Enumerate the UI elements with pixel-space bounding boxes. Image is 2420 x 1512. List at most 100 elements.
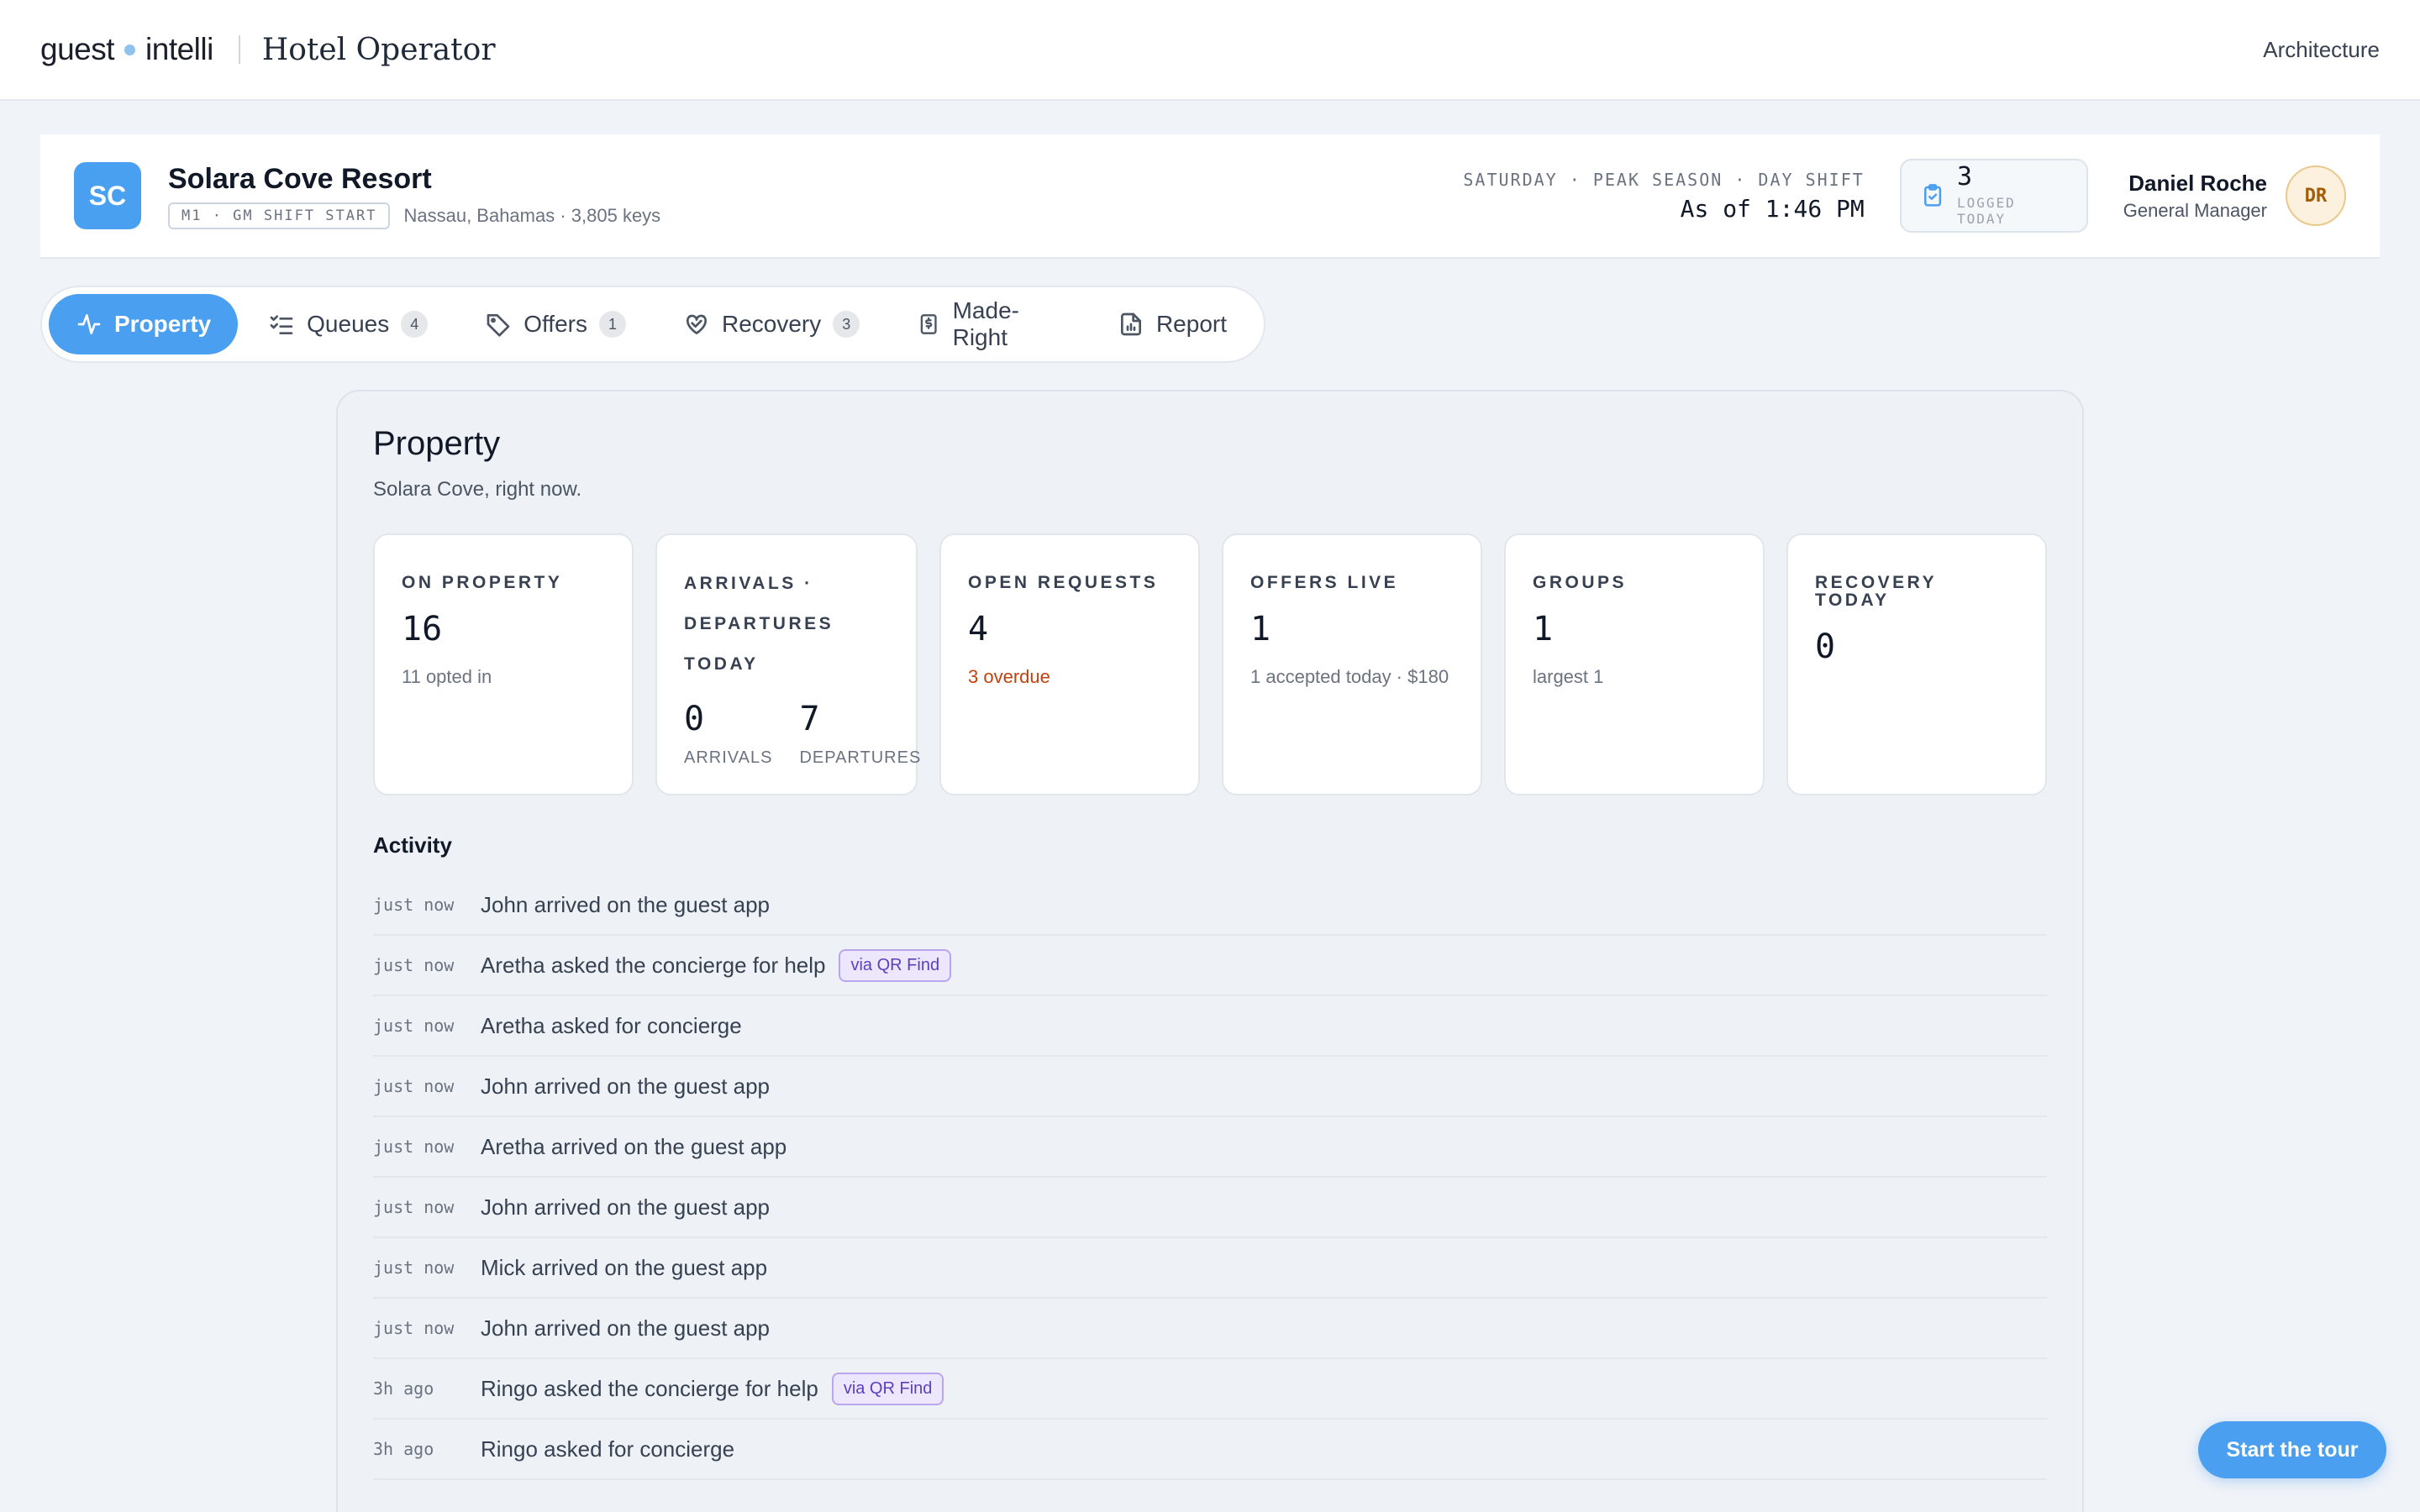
checklist-icon bbox=[270, 315, 293, 334]
stat-value: 0 bbox=[1815, 627, 1836, 666]
stat-label: GROUPS bbox=[1533, 573, 1628, 592]
activity-text: Mick arrived on the guest app bbox=[481, 1254, 768, 1280]
user-info: Daniel Roche General Manager bbox=[2123, 171, 2267, 222]
stat-value: 16 bbox=[402, 610, 443, 648]
tab-count-badge: 4 bbox=[401, 311, 429, 338]
departures-value: 7 bbox=[799, 700, 820, 738]
activity-text: Aretha asked the concierge for help bbox=[481, 952, 826, 978]
activity-row: just now Aretha asked for concierge bbox=[373, 996, 2047, 1057]
stat-label: DEPARTURES bbox=[684, 614, 834, 633]
stat-note: 1 accepted today · $180 bbox=[1250, 666, 1449, 687]
panel-title: Property bbox=[373, 425, 501, 462]
tab-count-badge: 1 bbox=[598, 311, 626, 338]
stat-label: ON PROPERTY bbox=[402, 573, 563, 592]
user-name: Daniel Roche bbox=[2128, 170, 2267, 196]
logged-today-card[interactable]: 3 LOGGED TODAY bbox=[1899, 159, 2088, 233]
stat-card-groups: GROUPS 1 largest 1 bbox=[1504, 533, 1765, 795]
brand-dot bbox=[124, 44, 136, 55]
arrivals-value: 0 bbox=[684, 700, 705, 738]
as-of-time: As of 1:46 PM bbox=[1680, 194, 1865, 223]
brand-word-intelli: intelli bbox=[145, 32, 213, 66]
activity-text: John arrived on the guest app bbox=[481, 1194, 771, 1220]
stat-note: 11 opted in bbox=[402, 666, 492, 687]
stat-label: ARRIVALS · bbox=[684, 574, 813, 593]
property-location: Nassau, Bahamas · 3,805 keys bbox=[403, 204, 661, 226]
stat-value: 1 bbox=[1250, 610, 1271, 648]
stats-row: ON PROPERTY 16 11 opted in ARRIVALS · DE… bbox=[373, 533, 2047, 795]
property-name: Solara Cove Resort bbox=[168, 162, 432, 195]
activity-time: just now bbox=[373, 1076, 455, 1096]
tab-label: Report bbox=[1155, 311, 1227, 337]
product-name: Hotel Operator bbox=[261, 32, 496, 67]
activity-text: Ringo asked for concierge bbox=[481, 1436, 735, 1462]
activity-row: just now John arrived on the guest app bbox=[373, 1178, 2047, 1238]
tab-queues[interactable]: Queues 4 bbox=[241, 294, 455, 354]
panel-subtitle: Solara Cove, right now. bbox=[373, 478, 582, 501]
activity-row: 3h ago Ringo asked for concierge bbox=[373, 1420, 2047, 1480]
activity-row: just now Aretha arrived on the guest app bbox=[373, 1117, 2047, 1178]
activity-text: Aretha arrived on the guest app bbox=[481, 1133, 787, 1159]
logged-label: LOGGED TODAY bbox=[1956, 195, 2016, 227]
activity-heading: Activity bbox=[373, 832, 452, 858]
stat-card-open-requests: OPEN REQUESTS 4 3 overdue bbox=[939, 533, 1200, 795]
property-panel: Property Solara Cove, right now. ON PROP… bbox=[336, 390, 2084, 1512]
shift-tag: M1 · GM SHIFT START bbox=[168, 202, 391, 229]
activity-text: John arrived on the guest app bbox=[481, 1073, 771, 1099]
stat-card-arrivals-departures: ARRIVALS · DEPARTURES TODAY 0 ARRIVALS 7… bbox=[655, 533, 921, 795]
activity-time: 3h ago bbox=[373, 1378, 434, 1399]
activity-text: Ringo asked the concierge for help bbox=[481, 1375, 818, 1401]
activity-text: John arrived on the guest app bbox=[481, 891, 771, 917]
tag-icon bbox=[487, 314, 510, 337]
tab-property[interactable]: Property bbox=[49, 294, 239, 354]
activity-time: just now bbox=[373, 1257, 455, 1278]
activity-time: 3h ago bbox=[373, 1439, 434, 1459]
stat-label: TODAY bbox=[684, 654, 759, 674]
main-tabs: Property Queues 4 Offers 1 Recovery 3 Ma… bbox=[40, 286, 1265, 363]
stat-value: 1 bbox=[1533, 610, 1554, 648]
property-subline: M1 · GM SHIFT START Nassau, Bahamas · 3,… bbox=[168, 202, 660, 229]
tab-label: Property bbox=[114, 311, 212, 337]
activity-row: just now John arrived on the guest app bbox=[373, 1299, 2047, 1359]
stat-card-offers-live: OFFERS LIVE 1 1 accepted today · $180 bbox=[1222, 533, 1482, 795]
tab-label: Offers bbox=[523, 311, 587, 337]
activity-time: just now bbox=[373, 1016, 455, 1036]
heart-handshake-icon bbox=[686, 314, 707, 334]
activity-row: just now John arrived on the guest app bbox=[373, 875, 2047, 936]
file-chart-icon bbox=[1120, 312, 1141, 336]
stat-label: OFFERS LIVE bbox=[1250, 573, 1399, 592]
activity-text: John arrived on the guest app bbox=[481, 1315, 771, 1341]
activity-time: just now bbox=[373, 1197, 455, 1217]
departures-block: 7 DEPARTURES bbox=[799, 700, 921, 768]
activity-text: Aretha asked for concierge bbox=[481, 1012, 742, 1038]
stat-card-recovery-today: RECOVERY TODAY 0 bbox=[1786, 533, 2047, 795]
brand-logo[interactable]: guest intelli Hotel Operator bbox=[40, 32, 496, 67]
brand-divider bbox=[238, 35, 240, 64]
clipboard-check-icon bbox=[1923, 184, 1941, 207]
tab-recovery[interactable]: Recovery 3 bbox=[656, 294, 886, 354]
property-info: Solara Cove Resort M1 · GM SHIFT START N… bbox=[168, 163, 660, 229]
logged-count: 3 bbox=[1956, 162, 1973, 192]
arrivals-label: ARRIVALS bbox=[684, 748, 773, 767]
stat-note: largest 1 bbox=[1533, 666, 1604, 687]
header-right: SATURDAY · PEAK SEASON · DAY SHIFT As of… bbox=[1463, 159, 2346, 233]
start-tour-button[interactable]: Start the tour bbox=[2198, 1421, 2386, 1478]
activity-source-tag: via QR Find bbox=[839, 948, 952, 982]
architecture-link[interactable]: Architecture bbox=[2263, 37, 2380, 63]
property-header: SC Solara Cove Resort M1 · GM SHIFT STAR… bbox=[40, 134, 2380, 259]
tab-report[interactable]: Report bbox=[1091, 294, 1254, 354]
activity-source-tag: via QR Find bbox=[831, 1372, 944, 1405]
tab-made-right[interactable]: Made-Right bbox=[890, 294, 1087, 354]
tab-offers[interactable]: Offers 1 bbox=[458, 294, 653, 354]
departures-label: DEPARTURES bbox=[799, 748, 922, 767]
stat-label: OPEN REQUESTS bbox=[968, 573, 1159, 592]
tab-label: Made-Right bbox=[952, 297, 1019, 350]
avatar[interactable]: DR bbox=[2286, 165, 2346, 226]
shift-line: SATURDAY · PEAK SEASON · DAY SHIFT bbox=[1463, 169, 1865, 190]
activity-list: just now John arrived on the guest app jus… bbox=[373, 875, 2047, 1480]
activity-row: just now Aretha asked the concierge for h… bbox=[373, 936, 2047, 996]
property-badge: SC bbox=[74, 162, 141, 229]
brand-word-guest: guest bbox=[40, 32, 115, 66]
tab-label: Queues bbox=[307, 311, 390, 337]
shift-info: SATURDAY · PEAK SEASON · DAY SHIFT As of… bbox=[1463, 170, 1864, 223]
activity-row: just now John arrived on the guest app bbox=[373, 1057, 2047, 1117]
